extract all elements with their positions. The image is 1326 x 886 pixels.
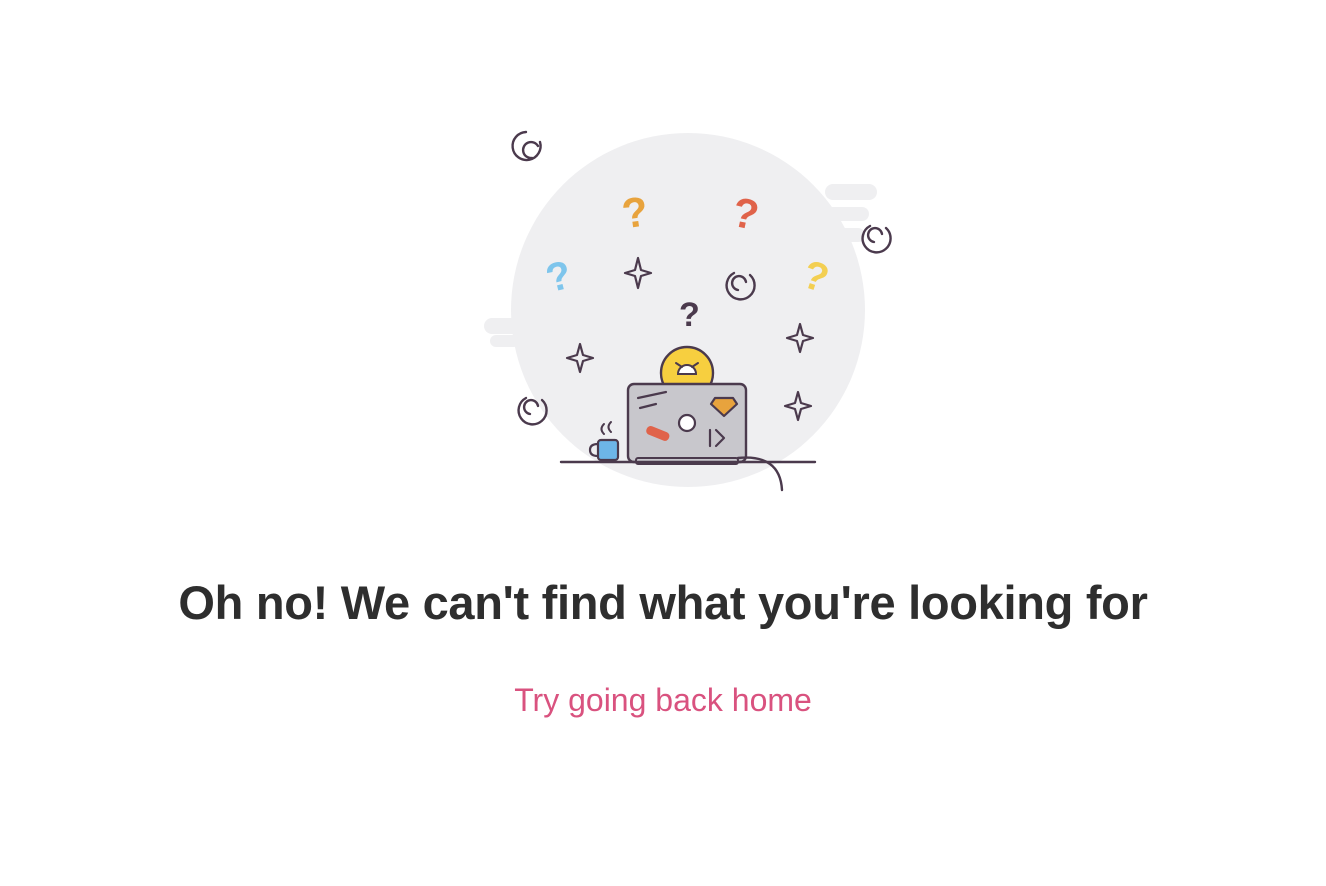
confused-laptop-icon: ? ? ? ? ? [484,130,892,492]
svg-text:?: ? [679,296,700,334]
laptop-icon [626,382,748,465]
page-title: Oh no! We can't find what you're looking… [178,576,1148,629]
not-found-illustration: ? ? ? ? ? [470,120,910,500]
back-home-link[interactable]: Try going back home [0,680,1326,720]
back-home-link-label[interactable]: Try going back home [514,682,812,718]
